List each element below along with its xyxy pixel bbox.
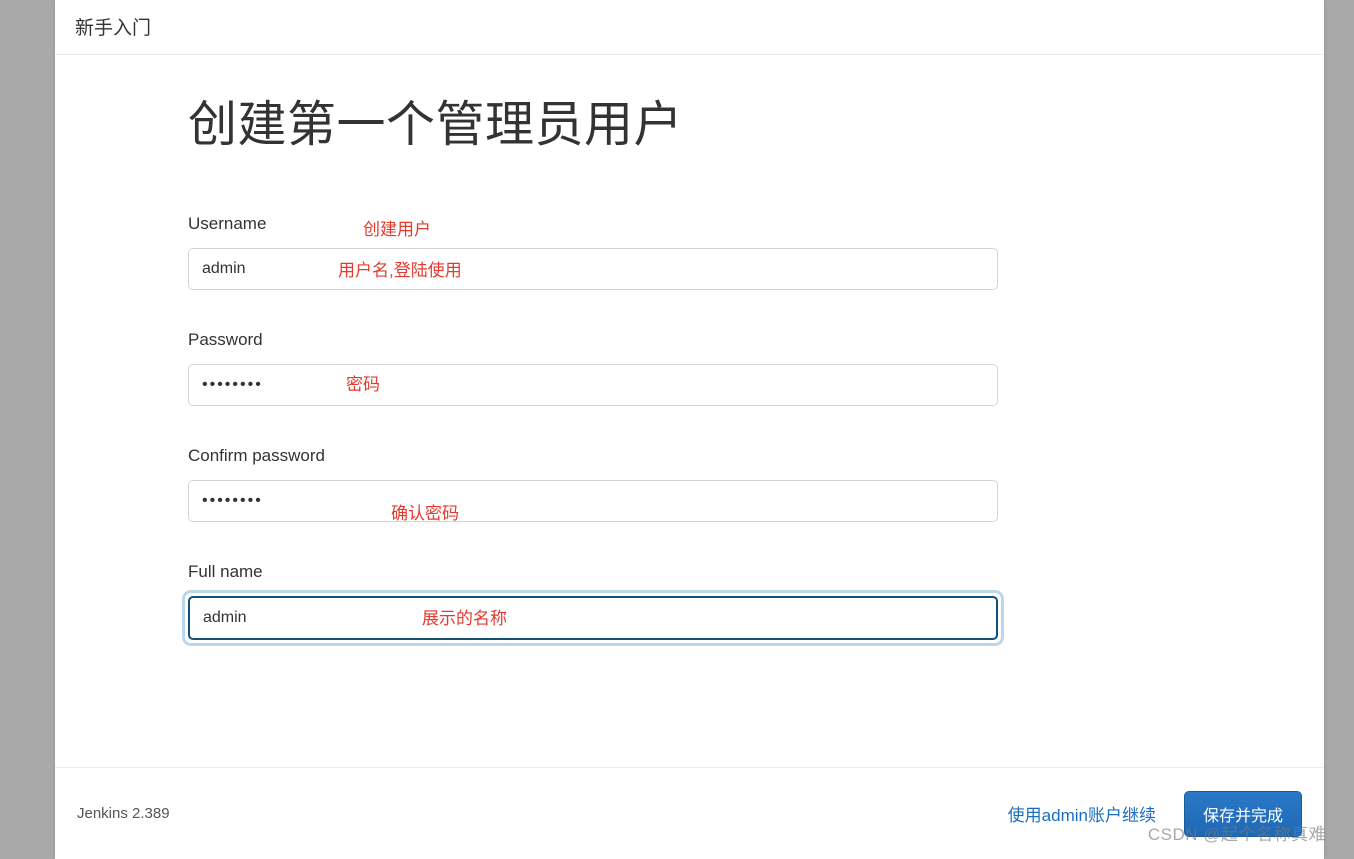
window-header: 新手入门 — [55, 0, 1324, 55]
header-title: 新手入门 — [75, 18, 151, 39]
username-input[interactable] — [188, 248, 998, 290]
version-label: Jenkins 2.389 — [77, 805, 170, 822]
footer: Jenkins 2.389 使用admin账户继续 保存并完成 — [55, 767, 1324, 859]
username-field-group: Username 用户名,登陆使用 — [188, 214, 998, 290]
password-input[interactable] — [188, 364, 998, 406]
confirm-password-input[interactable] — [188, 480, 998, 522]
fullname-label: Full name — [188, 562, 998, 582]
footer-actions: 使用admin账户继续 保存并完成 — [1008, 791, 1302, 837]
main-area: 创建第一个管理员用户 创建用户 Username 用户名,登陆使用 Passwo… — [55, 55, 1324, 767]
content-container: 创建第一个管理员用户 创建用户 Username 用户名,登陆使用 Passwo… — [188, 55, 998, 646]
skip-admin-link[interactable]: 使用admin账户继续 — [1008, 801, 1156, 826]
setup-wizard-window: 新手入门 创建第一个管理员用户 创建用户 Username 用户名,登陆使用 P… — [55, 0, 1324, 859]
confirm-password-field-group: Confirm password 确认密码 — [188, 446, 998, 522]
fullname-field-group: Full name 展示的名称 — [188, 562, 998, 646]
save-and-finish-button[interactable]: 保存并完成 — [1184, 791, 1302, 837]
confirm-password-label: Confirm password — [188, 446, 998, 466]
fullname-focus-ring — [182, 590, 1004, 646]
fullname-input[interactable] — [188, 596, 998, 640]
password-field-group: Password 密码 — [188, 330, 998, 406]
password-label: Password — [188, 330, 998, 350]
username-label: Username — [188, 214, 998, 234]
page-title: 创建第一个管理员用户 — [188, 85, 998, 156]
